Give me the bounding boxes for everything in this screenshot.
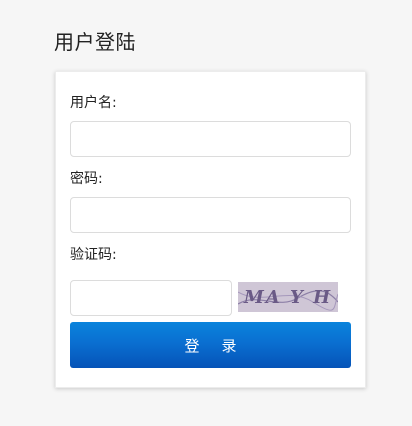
login-form-card: 用户名: 密码: 验证码: MA Y H 登录 — [55, 71, 366, 388]
captcha-input[interactable] — [70, 280, 232, 316]
password-input[interactable] — [70, 197, 351, 233]
captcha-label: 验证码: — [70, 247, 117, 263]
username-label: 用户名: — [70, 95, 117, 111]
captcha-image[interactable]: MA Y H — [238, 282, 338, 312]
page-title: 用户登陆 — [54, 30, 136, 54]
captcha-graphic: MA Y H — [238, 282, 338, 312]
username-input[interactable] — [70, 121, 351, 157]
captcha-text: MA Y H — [243, 287, 332, 308]
login-button[interactable]: 登录 — [70, 322, 351, 368]
password-label: 密码: — [70, 171, 103, 187]
